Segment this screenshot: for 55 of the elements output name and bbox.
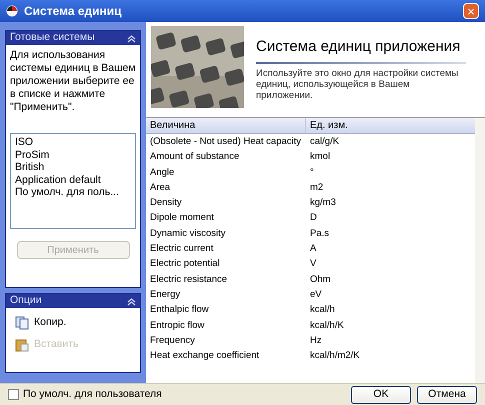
column-header[interactable]: Ед. изм. — [306, 118, 475, 133]
system-item[interactable]: По умолч. для поль... — [11, 186, 135, 198]
table-cell-text: (Obsolete - Not used) Heat capacity — [149, 135, 302, 149]
table-cell-text: Pa.s — [309, 226, 330, 241]
app-icon — [6, 5, 18, 17]
table-cell-text: Angle — [149, 166, 176, 180]
table-cell-text: Area — [149, 180, 172, 195]
table-cell-text: Electric current — [149, 242, 214, 256]
table-cell-text: Hz — [309, 334, 323, 348]
table-cell-text: kcal/h/K — [309, 318, 345, 333]
table-cell-text: kcal/h — [309, 303, 336, 318]
page-description: Используйте это окно для настройки системы единиц, использующейся в Вашем приложении. — [256, 68, 460, 100]
system-item[interactable]: British — [11, 161, 135, 174]
panel-description: Для использования системы единиц в Вашем приложении выберите ее в списке и нажмите "Применить". — [9, 48, 137, 115]
table-cell-text: kmol — [309, 150, 332, 164]
option-button[interactable]: Копир. — [34, 315, 66, 331]
system-item[interactable]: Application default — [11, 174, 135, 186]
table-cell-text: ° — [309, 166, 315, 180]
table-cell-text: eV — [309, 288, 323, 302]
table-cell-text: kg/m3 — [309, 196, 337, 210]
system-item[interactable]: ProSim — [11, 148, 135, 161]
table-cell-text: Frequency — [149, 334, 196, 348]
table-cell-text: kcal/h/m2/K — [309, 349, 361, 364]
table-cell-text: Entropic flow — [149, 318, 206, 333]
table-cell-text: Energy — [149, 288, 182, 302]
systems-list[interactable]: ISO ProSim British Application default По умолч. для поль... — [10, 133, 136, 229]
table-cell-text: Ohm — [309, 272, 332, 287]
page-title: Система единиц приложения — [256, 37, 462, 57]
dialog-button[interactable]: Отмена — [417, 386, 477, 404]
table-cell-text: Dipole moment — [149, 211, 215, 226]
table-cell-text: Density — [149, 196, 183, 210]
table-cell-text: cal/g/K — [309, 135, 340, 149]
table-cell-text: A — [309, 242, 318, 256]
checkbox[interactable] — [8, 389, 19, 400]
panel-title: Готовые системы — [10, 30, 95, 46]
table-cell-text: Electric resistance — [149, 272, 228, 287]
window-title: Система единиц — [24, 3, 123, 20]
close-button[interactable]: × — [463, 3, 479, 19]
table-cell-text: D — [309, 211, 318, 226]
document-icon — [15, 316, 29, 330]
column-header[interactable]: Величина — [146, 118, 306, 133]
checkbox-label: По умолч. для пользователя — [23, 386, 162, 402]
dialog-button[interactable]: OK — [351, 386, 411, 404]
table-cell-text: Dynamic viscosity — [149, 226, 226, 241]
system-item[interactable]: ISO — [11, 136, 135, 148]
table-cell-text: Heat exchange coefficient — [149, 349, 260, 364]
clipboard-icon — [15, 338, 29, 352]
table-cell-text: Electric potential — [149, 257, 221, 272]
panel-title: Опции — [10, 293, 42, 308]
table-cell-text: Amount of substance — [149, 150, 240, 164]
collapse-icon[interactable] — [127, 34, 136, 42]
table-cell-text: m2 — [309, 180, 324, 195]
table-cell-text: Enthalpic flow — [149, 303, 210, 318]
collapse-icon[interactable] — [127, 296, 136, 306]
table-cell-text: V — [309, 257, 318, 272]
